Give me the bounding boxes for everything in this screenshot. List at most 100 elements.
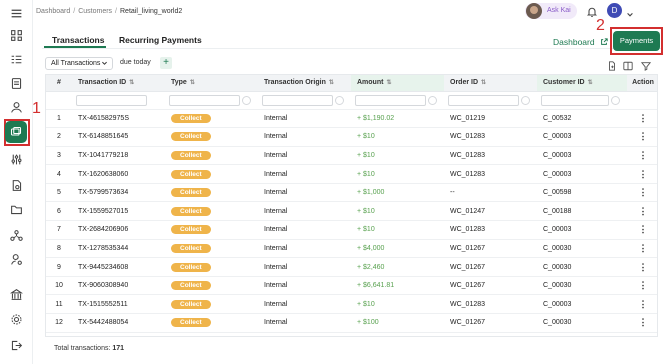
more-vertical-icon[interactable]: ⋮: [639, 299, 648, 309]
column-filter-icon[interactable]: [611, 95, 620, 105]
table-row[interactable]: 11 TX-1515552511 Collect Internal + $10 WC_01…: [46, 294, 657, 315]
table-row[interactable]: 4 TX-1620638060 Collect Internal + $10 WC_012…: [46, 164, 657, 184]
breadcrumb-dashboard[interactable]: Dashboard: [36, 8, 70, 15]
filter-icon[interactable]: [640, 58, 652, 71]
tab-transactions[interactable]: Transactions: [52, 35, 104, 45]
columns-icon[interactable]: [623, 58, 633, 71]
amount-filter-input[interactable]: [355, 94, 426, 106]
bank-icon[interactable]: [7, 285, 25, 303]
column-filter-icon[interactable]: [521, 95, 530, 105]
annotation-number-2: 2: [596, 17, 605, 34]
settings-icon[interactable]: [7, 310, 25, 328]
row-actions-cell: ⋮: [627, 146, 657, 166]
more-vertical-icon[interactable]: ⋮: [639, 113, 648, 123]
payments-button[interactable]: Payments: [613, 31, 660, 51]
column-filter-icon[interactable]: [428, 95, 437, 105]
table-row[interactable]: 10 TX-9060308940 Collect Internal + $6,641.8…: [46, 276, 657, 296]
table-row[interactable]: 8 TX-1278535344 Collect Internal + $4,000 WC_…: [46, 239, 657, 259]
col-header-origin[interactable]: Transaction Origin ⇅: [258, 75, 351, 92]
sliders-icon[interactable]: [7, 150, 25, 168]
type-cell: Collect: [165, 146, 258, 166]
table-body: 1 TX-461582975S Collect Internal + $1,190.02…: [46, 109, 657, 333]
customer-id-filter-input[interactable]: [541, 94, 609, 106]
transaction-id-cell: TX-9445234608: [72, 257, 165, 277]
user-settings-icon[interactable]: [7, 250, 25, 268]
transaction-id-cell: TX-461582975S: [72, 109, 165, 129]
table-row[interactable]: 3 TX-1041779218 Collect Internal + $10 WC_012…: [46, 146, 657, 166]
table-row[interactable]: 12 TX-5442488054 Collect Internal + $100 WC_0…: [46, 313, 657, 333]
more-vertical-icon[interactable]: ⋮: [639, 150, 648, 160]
more-vertical-icon[interactable]: ⋮: [639, 280, 648, 290]
type-cell: Collect: [165, 276, 258, 296]
amount-cell: + $1,190.02: [351, 109, 444, 129]
list-icon[interactable]: [7, 50, 25, 68]
table-row[interactable]: 1 TX-461582975S Collect Internal + $1,190.02…: [46, 109, 657, 129]
row-index-cell: 7: [46, 220, 72, 240]
folder-icon[interactable]: [7, 200, 25, 218]
col-header-index: #: [46, 75, 72, 92]
table-row[interactable]: 2 TX-6148851645 Collect Internal + $10 WC_012…: [46, 127, 657, 147]
ask-kai-button[interactable]: Ask Kai: [525, 3, 577, 19]
col-header-customer-id[interactable]: Customer ID ⇅: [537, 75, 627, 92]
filter-cell-customer-id: [537, 91, 627, 110]
table-row[interactable]: 6 TX-1559527015 Collect Internal + $10 WC_012…: [46, 201, 657, 222]
export-file-icon[interactable]: [607, 58, 617, 71]
origin-cell: Internal: [258, 183, 351, 203]
amount-cell: + $6,641.81: [351, 276, 444, 296]
more-vertical-icon[interactable]: ⋮: [639, 243, 648, 253]
origin-cell: Internal: [258, 146, 351, 166]
file-search-icon[interactable]: [7, 176, 25, 194]
type-badge: Collect: [171, 206, 211, 216]
table-row[interactable]: 9 TX-9445234608 Collect Internal + $2,460 WC_…: [46, 257, 657, 277]
type-filter-input[interactable]: [169, 94, 240, 106]
more-vertical-icon[interactable]: ⋮: [639, 206, 648, 216]
col-header-transaction-id[interactable]: Transaction ID ⇅: [72, 75, 165, 92]
user-icon[interactable]: [7, 98, 25, 116]
order-id-cell: WC_01283: [444, 164, 537, 184]
transactions-scope-select[interactable]: All Transactions: [45, 57, 113, 70]
type-badge: Collect: [171, 225, 211, 235]
nodes-icon[interactable]: [7, 26, 25, 44]
origin-cell: Internal: [258, 294, 351, 315]
transaction-id-filter-input[interactable]: [76, 94, 147, 106]
transaction-id-cell: TX-6148851645: [72, 127, 165, 147]
more-vertical-icon[interactable]: ⋮: [639, 262, 648, 272]
more-vertical-icon[interactable]: ⋮: [639, 317, 648, 327]
type-cell: Collect: [165, 109, 258, 129]
total-transactions-label: Total transactions:: [54, 345, 111, 352]
transaction-id-cell: TX-5799573634: [72, 183, 165, 203]
more-vertical-icon[interactable]: ⋮: [639, 187, 648, 197]
document-icon[interactable]: [7, 74, 25, 92]
kai-avatar: [526, 3, 542, 19]
bell-icon[interactable]: [586, 5, 598, 18]
breadcrumb-customers[interactable]: Customers: [78, 8, 112, 15]
col-header-order-id[interactable]: Order ID ⇅: [444, 75, 537, 92]
col-header-type[interactable]: Type ⇅: [165, 75, 258, 92]
origin-filter-input[interactable]: [262, 94, 333, 106]
more-vertical-icon[interactable]: ⋮: [639, 131, 648, 141]
column-filter-icon[interactable]: [335, 95, 344, 105]
transaction-id-cell: TX-1620638060: [72, 164, 165, 184]
dashboard-link[interactable]: Dashboard: [553, 37, 608, 47]
user-avatar[interactable]: D: [607, 3, 622, 18]
transactions-icon[interactable]: [5, 121, 27, 143]
date-filter-chip[interactable]: due today: [120, 59, 151, 66]
sort-icon: ⇅: [328, 80, 334, 87]
chevron-down-icon[interactable]: [626, 6, 634, 17]
table-row[interactable]: 7 TX-2684206906 Collect Internal + $10 WC_012…: [46, 220, 657, 240]
tab-recurring-payments[interactable]: Recurring Payments: [119, 35, 202, 45]
transactions-scope-value: All Transactions: [51, 60, 101, 67]
logout-icon[interactable]: [7, 336, 25, 354]
column-filter-icon[interactable]: [242, 95, 251, 105]
add-filter-button[interactable]: +: [160, 57, 172, 69]
col-header-amount[interactable]: Amount ⇅: [351, 75, 444, 92]
menu-icon[interactable]: [7, 4, 25, 22]
more-vertical-icon[interactable]: ⋮: [639, 169, 648, 179]
order-id-filter-input[interactable]: [448, 94, 519, 106]
row-actions-cell: ⋮: [627, 164, 657, 184]
more-vertical-icon[interactable]: ⋮: [639, 224, 648, 234]
origin-cell: Internal: [258, 239, 351, 259]
row-index-cell: 6: [46, 201, 72, 222]
table-row[interactable]: 5 TX-5799573634 Collect Internal + $1,000 -- C…: [46, 183, 657, 203]
network-icon[interactable]: [7, 226, 25, 244]
